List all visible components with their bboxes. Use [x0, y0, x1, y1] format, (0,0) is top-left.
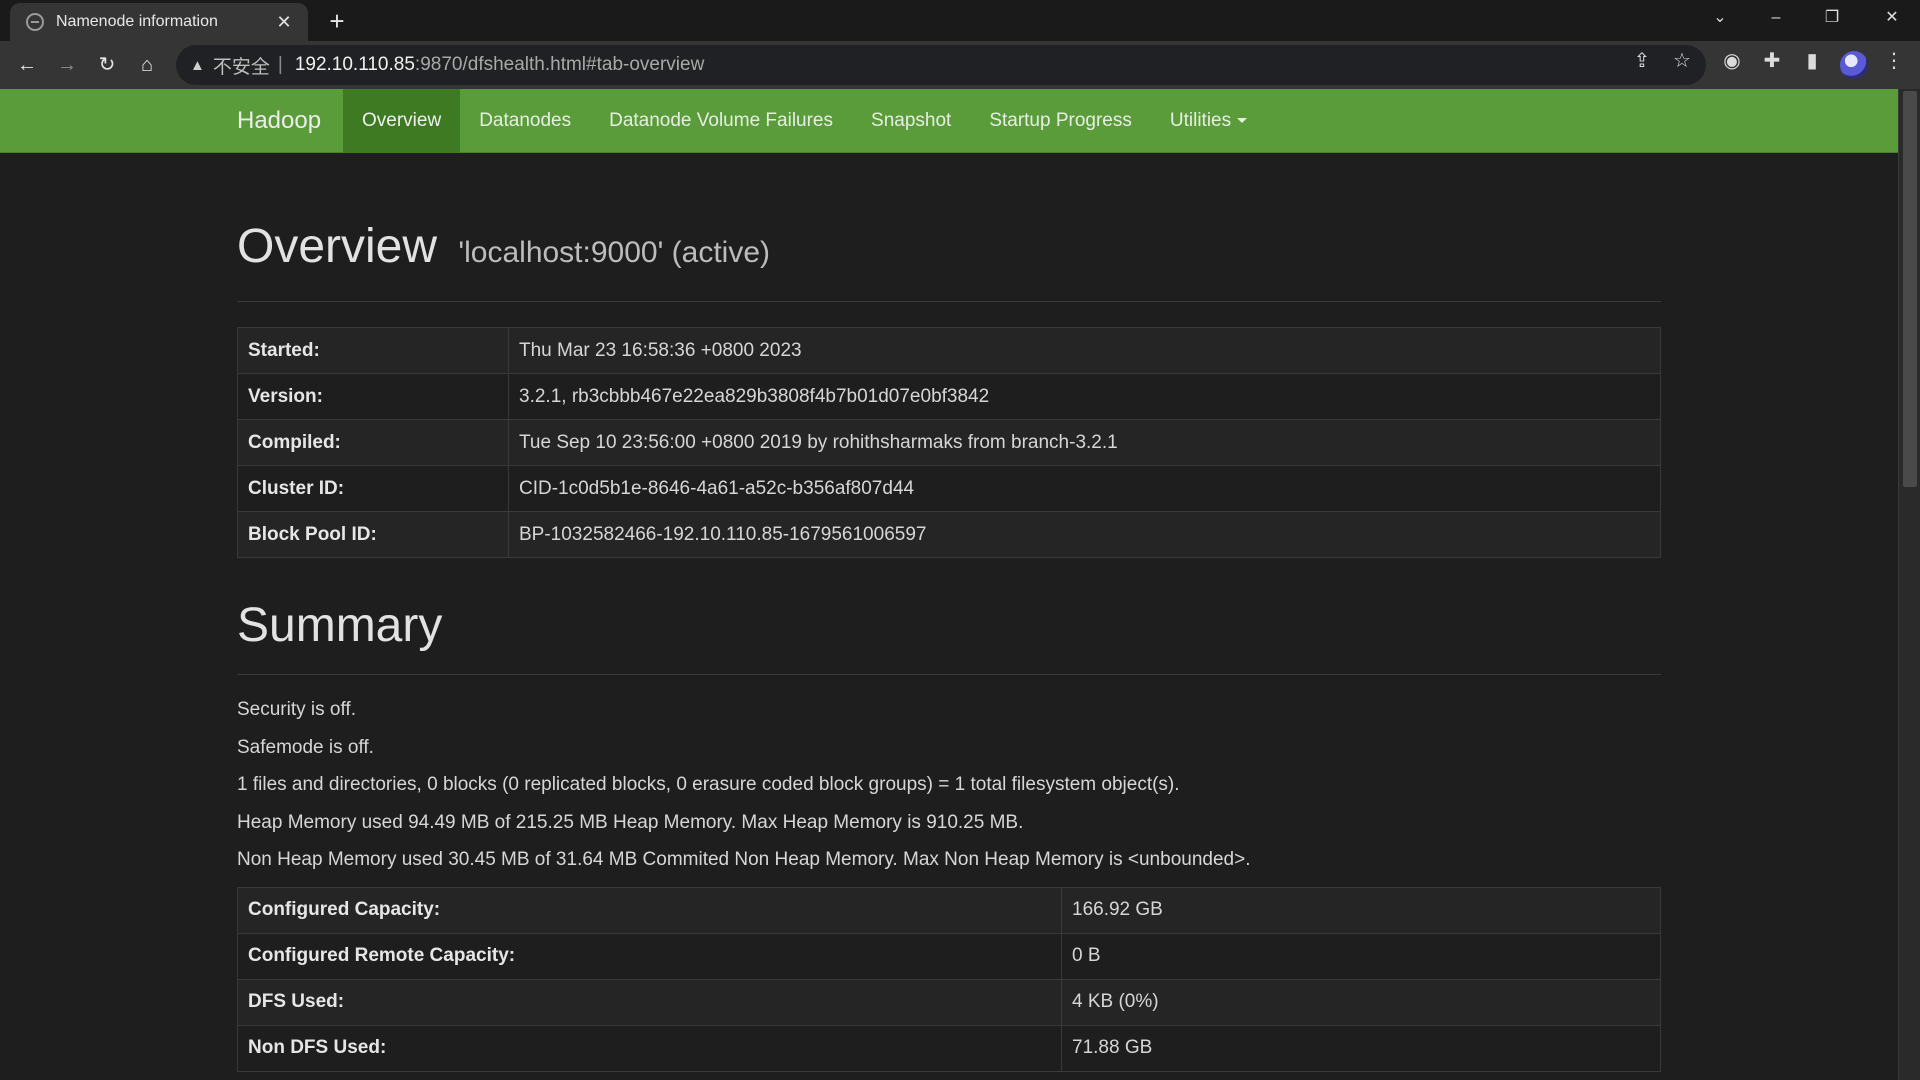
extensions-puzzle-icon[interactable]: ✚ [1757, 47, 1787, 75]
nav-snapshot[interactable]: Snapshot [852, 89, 970, 153]
url-host: 192.10.110.85 [294, 54, 415, 75]
page-viewport: Hadoop Overview Datanodes Datanode Volum… [0, 89, 1920, 1080]
overview-title: Overview [237, 220, 438, 273]
page-scrollbar[interactable] [1898, 89, 1920, 1080]
safemode-status: Safemode is off. [237, 736, 374, 758]
row-value: Tue Sep 10 23:56:00 +0800 2019 by rohith… [508, 419, 1661, 466]
row-value: 166.92 GB [1061, 886, 1661, 934]
table-row: Configured Remote Capacity: 0 B [237, 932, 1661, 980]
row-label: DFS Used: [237, 978, 1062, 1026]
table-row: Block Pool ID: BP-1032582466-192.10.110.… [237, 511, 1661, 558]
table-row: Non DFS Used: 71.88 GB [237, 1024, 1661, 1072]
share-icon[interactable]: ⇪ [1627, 47, 1657, 75]
navbar-items: Overview Datanodes Datanode Volume Failu… [343, 89, 1266, 153]
browser-tab[interactable]: Namenode information ✕ [10, 3, 308, 41]
navbar-brand[interactable]: Hadoop [237, 89, 321, 153]
row-label: Block Pool ID: [237, 511, 509, 558]
overview-subtitle: 'localhost:9000' (active) [458, 236, 771, 269]
url-separator: | [277, 54, 283, 75]
row-value: Thu Mar 23 16:58:36 +0800 2023 [508, 327, 1661, 374]
nav-datanodes[interactable]: Datanodes [460, 89, 590, 153]
scrollbar-thumb[interactable] [1903, 91, 1917, 487]
row-label: Cluster ID: [237, 465, 509, 512]
browser-tabstrip: Namenode information ✕ + ⌄ – ❐ ✕ [0, 0, 1920, 41]
table-row: Compiled: Tue Sep 10 23:56:00 +0800 2019… [237, 419, 1661, 466]
table-row: Started: Thu Mar 23 16:58:36 +0800 2023 [237, 327, 1661, 374]
extension-glasses-icon[interactable]: ◉ [1717, 47, 1747, 75]
row-label: Configured Remote Capacity: [237, 932, 1062, 980]
close-tab-icon[interactable]: ✕ [274, 12, 294, 32]
filesystem-objects: 1 files and directories, 0 blocks (0 rep… [237, 774, 1180, 795]
row-label: Non DFS Used: [237, 1024, 1062, 1072]
minimize-icon[interactable]: – [1748, 0, 1804, 36]
row-label: Started: [237, 327, 509, 374]
nav-utilities-dropdown[interactable]: Utilities [1151, 89, 1266, 153]
security-status: Security is off. [237, 699, 356, 720]
bookmark-star-icon[interactable]: ☆ [1667, 47, 1697, 75]
non-heap-memory: Non Heap Memory used 30.45 MB of 31.64 M… [237, 849, 1251, 870]
divider [237, 301, 1661, 302]
row-value: 71.88 GB [1061, 1024, 1661, 1072]
url-path: :9870/dfshealth.html#tab-overview [414, 54, 705, 75]
summary-heading: Summary [237, 599, 443, 652]
row-value: 3.2.1, rb3cbbb467e22ea829b3808f4b7b01d07… [508, 373, 1661, 420]
row-value: CID-1c0d5b1e-8646-4a61-a52c-b356af807d44 [508, 465, 1661, 512]
table-row: Version: 3.2.1, rb3cbbb467e22ea829b3808f… [237, 373, 1661, 420]
home-icon[interactable]: ⌂ [132, 51, 162, 79]
table-row: Cluster ID: CID-1c0d5b1e-8646-4a61-a52c-… [237, 465, 1661, 512]
back-icon[interactable]: ← [12, 51, 42, 79]
menu-kebab-icon[interactable]: ⋮ [1879, 47, 1909, 75]
hadoop-navbar: Hadoop Overview Datanodes Datanode Volum… [0, 89, 1898, 153]
browser-toolbar: ← → ↻ ⌂ ▲ 不安全 | 192.10.110.85:9870/dfshe… [0, 41, 1920, 89]
side-panel-icon[interactable]: ▮ [1797, 47, 1827, 75]
close-window-icon[interactable]: ✕ [1864, 0, 1920, 36]
address-bar[interactable]: ▲ 不安全 | 192.10.110.85:9870/dfshealth.htm… [176, 45, 1706, 85]
insecure-label: 不安全 [212, 56, 270, 78]
overview-heading: Overview 'localhost:9000' (active) [237, 219, 1661, 281]
summary-text: Security is off. Safemode is off. 1 file… [237, 691, 1661, 879]
restore-icon[interactable]: ❐ [1804, 0, 1860, 36]
overview-table: Started: Thu Mar 23 16:58:36 +0800 2023 … [237, 327, 1661, 558]
heap-memory: Heap Memory used 94.49 MB of 215.25 MB H… [237, 811, 1024, 833]
row-value: BP-1032582466-192.10.110.85-167956100659… [508, 511, 1661, 558]
table-row: DFS Used: 4 KB (0%) [237, 978, 1661, 1026]
tab-title: Namenode information [56, 13, 218, 30]
divider [237, 674, 1661, 675]
nav-datanode-volume-failures[interactable]: Datanode Volume Failures [590, 89, 852, 153]
profile-avatar[interactable] [1840, 51, 1868, 79]
row-label: Compiled: [237, 419, 509, 466]
nav-overview[interactable]: Overview [343, 89, 461, 153]
forward-icon[interactable]: → [52, 51, 82, 79]
row-value: 0 B [1061, 932, 1661, 980]
row-value: 4 KB (0%) [1061, 978, 1661, 1026]
new-tab-button[interactable]: + [320, 6, 354, 38]
row-label: Configured Capacity: [237, 886, 1062, 934]
table-row: Configured Capacity: 166.92 GB [237, 886, 1661, 934]
main-container: Overview 'localhost:9000' (active) Start… [237, 153, 1661, 1072]
reload-icon[interactable]: ↻ [92, 51, 122, 79]
nav-utilities-label: Utilities [1169, 110, 1232, 131]
warning-icon[interactable]: ▲ [190, 57, 205, 74]
capacity-table: Configured Capacity: 166.92 GB Configure… [237, 886, 1661, 1072]
tab-search-icon[interactable]: ⌄ [1692, 0, 1748, 36]
globe-icon [26, 13, 44, 31]
caret-down-icon [1237, 118, 1248, 124]
nav-startup-progress[interactable]: Startup Progress [970, 89, 1151, 153]
row-label: Version: [237, 373, 509, 420]
